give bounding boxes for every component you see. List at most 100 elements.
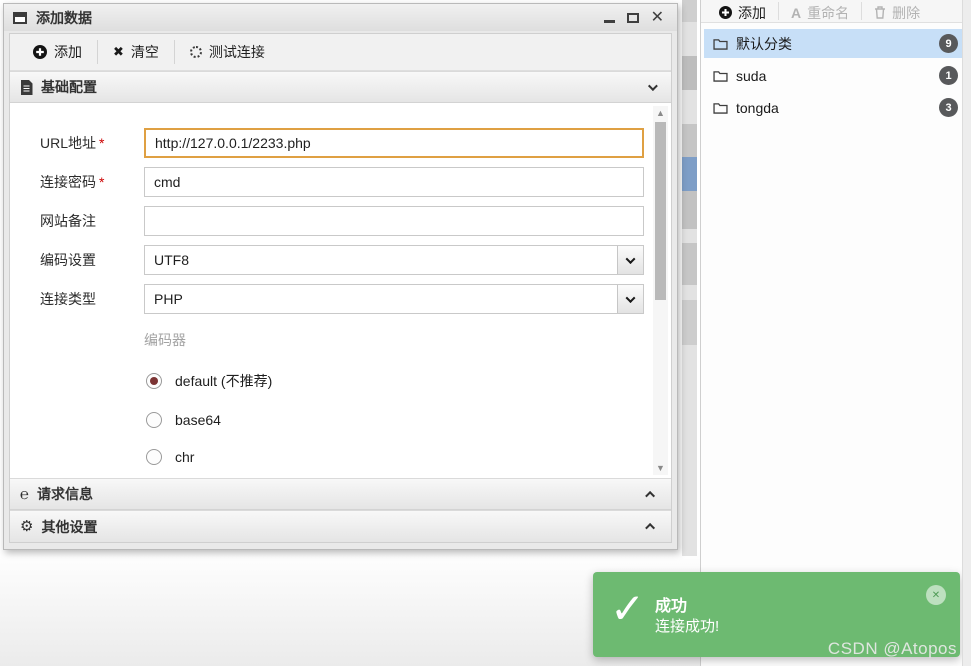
required-marker: *	[99, 135, 105, 151]
category-count-badge: 3	[939, 98, 958, 117]
category-add-label: 添加	[738, 4, 766, 21]
section-request-info[interactable]: ℮ 请求信息	[10, 478, 671, 510]
category-delete-label: 删除	[892, 4, 921, 21]
folder-icon	[713, 102, 728, 114]
password-label: 连接密码 *	[40, 174, 105, 190]
radio-icon[interactable]	[146, 412, 162, 428]
conn-type-label: 连接类型	[40, 291, 96, 307]
radio-selected-icon[interactable]	[146, 373, 162, 389]
gear-icon: ⚙	[20, 518, 34, 535]
category-delete-button[interactable]: 删除	[862, 0, 932, 22]
encoding-dropdown-button[interactable]	[617, 246, 643, 274]
category-label: suda	[736, 67, 767, 84]
encoder-option-default[interactable]: default (不推荐)	[146, 371, 671, 391]
category-item-suda[interactable]: suda 1	[704, 61, 968, 90]
test-connection-button[interactable]: 测试连接	[175, 39, 280, 65]
dialog-content: 添加 ✖ 清空 测试连接 基础配置 URL地址* 连接密码*	[9, 33, 672, 543]
chevron-up-icon	[645, 490, 656, 501]
clear-button[interactable]: ✖ 清空	[98, 39, 174, 65]
minimize-button[interactable]	[603, 20, 615, 23]
encoder-group-label: 编码器	[144, 332, 186, 348]
note-label: 网站备注	[40, 213, 96, 229]
category-count-badge: 9	[939, 34, 958, 53]
encoding-value: UTF8	[154, 252, 189, 268]
scrollbar-thumb[interactable]	[655, 122, 666, 300]
section-other-label: 其他设置	[41, 518, 98, 535]
encoder-option-chr[interactable]: chr	[146, 449, 671, 465]
bg-block	[682, 56, 697, 90]
chevron-down-icon	[625, 292, 636, 303]
bg-block	[682, 243, 697, 285]
maximize-button[interactable]	[626, 12, 639, 23]
add-data-dialog: 添加数据 ✕ 添加 ✖ 清空 测试连接 基础配置 URL地址 * http://…	[3, 3, 678, 550]
document-icon	[21, 79, 33, 95]
add-label: 添加	[54, 44, 82, 60]
encoding-select[interactable]: UTF8	[144, 245, 644, 275]
browser-icon: ℮	[20, 485, 30, 503]
radio-icon[interactable]	[146, 449, 162, 465]
conn-type-row: 连接类型 PHP	[40, 284, 671, 314]
category-label: tongda	[736, 99, 779, 116]
rename-icon: A	[791, 4, 802, 21]
url-input[interactable]	[144, 128, 644, 158]
form-scrollbar[interactable]: ▲ ▼	[653, 106, 668, 475]
category-rename-button[interactable]: A 重命名	[779, 0, 861, 22]
conn-type-select[interactable]: PHP	[144, 284, 644, 314]
section-other-settings[interactable]: ⚙ 其他设置	[10, 510, 671, 542]
category-list: 默认分类 9 suda 1 tongda 3	[701, 23, 971, 122]
category-label: 默认分类	[736, 35, 792, 52]
scroll-up-icon[interactable]: ▲	[656, 106, 665, 120]
spinner-icon	[189, 46, 202, 58]
bg-block	[682, 124, 697, 157]
category-toolbar: 添加 A 重命名 删除	[701, 0, 971, 23]
check-icon: ✓	[610, 585, 646, 632]
category-item-default[interactable]: 默认分类 9	[704, 29, 968, 58]
toast-close-button[interactable]: ✕	[926, 585, 946, 605]
close-button[interactable]: ✕	[651, 9, 664, 26]
toast-title: 成功	[655, 598, 688, 615]
trash-icon	[875, 6, 886, 19]
conn-type-dropdown-button[interactable]	[617, 285, 643, 313]
encoder-option-base64[interactable]: base64	[146, 412, 671, 428]
url-label: URL地址 *	[40, 135, 105, 151]
bg-block	[682, 191, 697, 229]
note-input[interactable]	[144, 206, 644, 236]
encoding-label: 编码设置	[40, 252, 96, 268]
section-basic-config[interactable]: 基础配置	[10, 71, 671, 103]
category-count-badge: 1	[939, 66, 958, 85]
folder-icon	[713, 70, 728, 82]
note-row: 网站备注	[40, 206, 671, 236]
category-item-tongda[interactable]: tongda 3	[704, 93, 968, 122]
encoder-option-label: default (不推荐)	[175, 373, 273, 389]
add-button[interactable]: 添加	[18, 39, 97, 65]
toast-message: 连接成功!	[655, 618, 720, 635]
chevron-down-icon	[647, 80, 658, 91]
test-connection-label: 测试连接	[208, 44, 265, 60]
category-add-button[interactable]: 添加	[707, 0, 778, 22]
dialog-titlebar[interactable]: 添加数据 ✕	[4, 4, 677, 31]
plus-circle-icon	[719, 6, 732, 19]
required-marker: *	[99, 174, 105, 190]
basic-config-form: URL地址* 连接密码* 网站备注 编码设置 UTF8 连接类型	[10, 103, 671, 478]
scroll-down-icon[interactable]: ▼	[656, 461, 665, 475]
dialog-toolbar: 添加 ✖ 清空 测试连接	[10, 34, 671, 71]
encoding-row: 编码设置 UTF8	[40, 245, 671, 275]
password-input[interactable]	[144, 167, 644, 197]
page-scrollbar[interactable]	[962, 0, 971, 666]
window-controls: ✕	[603, 9, 668, 26]
dialog-title: 添加数据	[36, 9, 92, 26]
bg-block	[682, 300, 697, 345]
watermark: CSDN @Atopos	[827, 639, 957, 658]
category-rename-label: 重命名	[807, 4, 850, 21]
background-app-strip	[682, 0, 697, 556]
category-panel: 添加 A 重命名 删除 默认分类 9 suda 1 tongda 3	[700, 0, 971, 666]
bg-block	[682, 0, 697, 22]
chevron-up-icon	[645, 522, 656, 533]
encoder-option-label: chr	[175, 449, 195, 465]
password-row: 连接密码 *	[40, 167, 671, 197]
section-basic-label: 基础配置	[41, 79, 97, 95]
plus-circle-icon	[33, 45, 47, 59]
conn-type-value: PHP	[154, 291, 183, 307]
encoder-option-label: base64	[175, 412, 221, 428]
window-icon	[13, 11, 27, 24]
